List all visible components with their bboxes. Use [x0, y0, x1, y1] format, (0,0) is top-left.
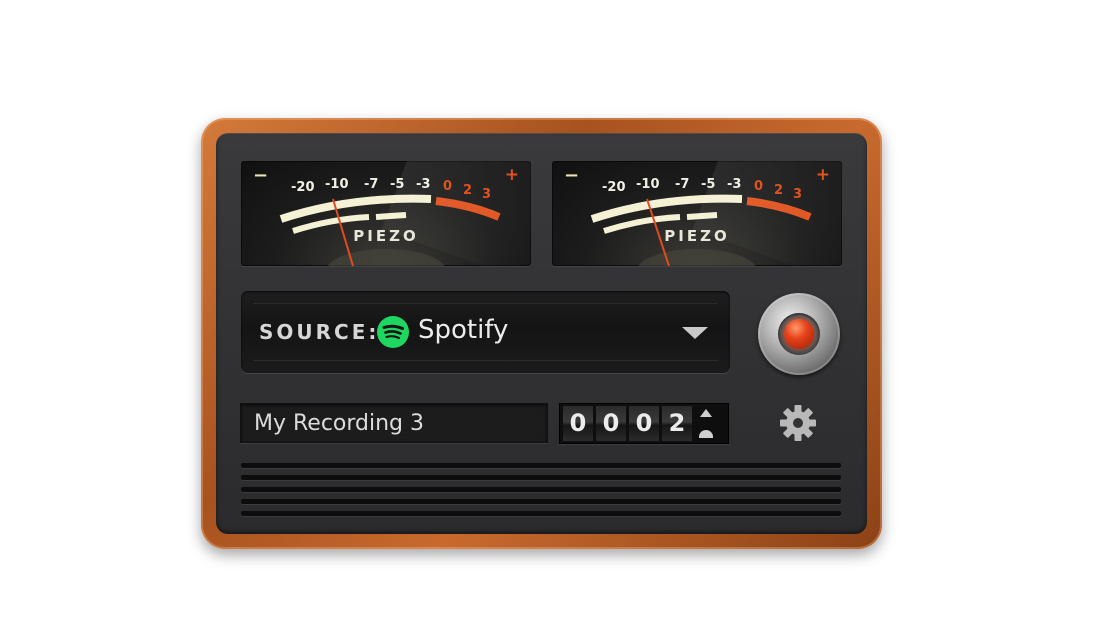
grille-slot [241, 487, 841, 492]
record-button[interactable] [758, 293, 840, 375]
meter-mark: -10 [636, 177, 660, 192]
meter-mark: -20 [291, 180, 315, 195]
meter-mark-red: 3 [482, 187, 492, 202]
vu-meter-right: − -20 -10 -7 -5 -3 0 2 3 + PIEZO [552, 161, 842, 266]
meter-mark-red: 2 [774, 183, 784, 198]
arrow-up-icon[interactable] [700, 409, 712, 417]
meter-mark-red: 2 [463, 183, 473, 198]
timer-digit: 0 [596, 406, 626, 441]
record-light-icon [784, 319, 814, 349]
grille-slot [241, 511, 841, 516]
meter-mark: -3 [416, 177, 431, 192]
grille-slot [241, 463, 841, 468]
meter-minus-label: − [564, 165, 580, 186]
meter-mark: -5 [390, 177, 405, 192]
recording-name-field[interactable]: My Recording 3 [240, 403, 548, 443]
meter-brand: PIEZO [353, 227, 419, 245]
meter-plus-label: + [504, 165, 519, 185]
arrow-down-icon[interactable] [699, 430, 713, 438]
meter-mark: -10 [325, 177, 349, 192]
timer-counter: 0 0 0 2 [559, 403, 729, 444]
meter-mark-red: 0 [754, 179, 764, 194]
meter-mark-red: 0 [443, 179, 453, 194]
grille-slot [241, 499, 841, 504]
source-value: Spotify [418, 315, 509, 345]
source-label: SOURCE: [259, 320, 380, 344]
meter-mark: -7 [364, 177, 379, 192]
spotify-icon [377, 316, 409, 348]
timer-stepper[interactable] [695, 406, 715, 441]
chevron-down-icon[interactable] [682, 327, 708, 339]
timer-digit: 0 [629, 406, 659, 441]
meter-minus-label: − [253, 165, 269, 186]
meter-mark: -5 [701, 177, 716, 192]
meter-brand: PIEZO [664, 227, 730, 245]
meter-mark: -20 [602, 180, 626, 195]
meter-plus-label: + [815, 165, 830, 185]
gear-icon[interactable] [779, 404, 817, 442]
speaker-grille [241, 463, 841, 523]
meter-mark-red: 3 [793, 187, 803, 202]
timer-digit: 2 [662, 406, 692, 441]
meter-mark: -3 [727, 177, 742, 192]
meter-mark: -7 [675, 177, 690, 192]
vu-meter-left: − -20 -10 -7 -5 -3 0 2 3 + PIEZO [241, 161, 531, 266]
timer-digit: 0 [563, 406, 593, 441]
source-selector[interactable]: SOURCE: Spotify [241, 291, 730, 373]
grille-slot [241, 475, 841, 480]
